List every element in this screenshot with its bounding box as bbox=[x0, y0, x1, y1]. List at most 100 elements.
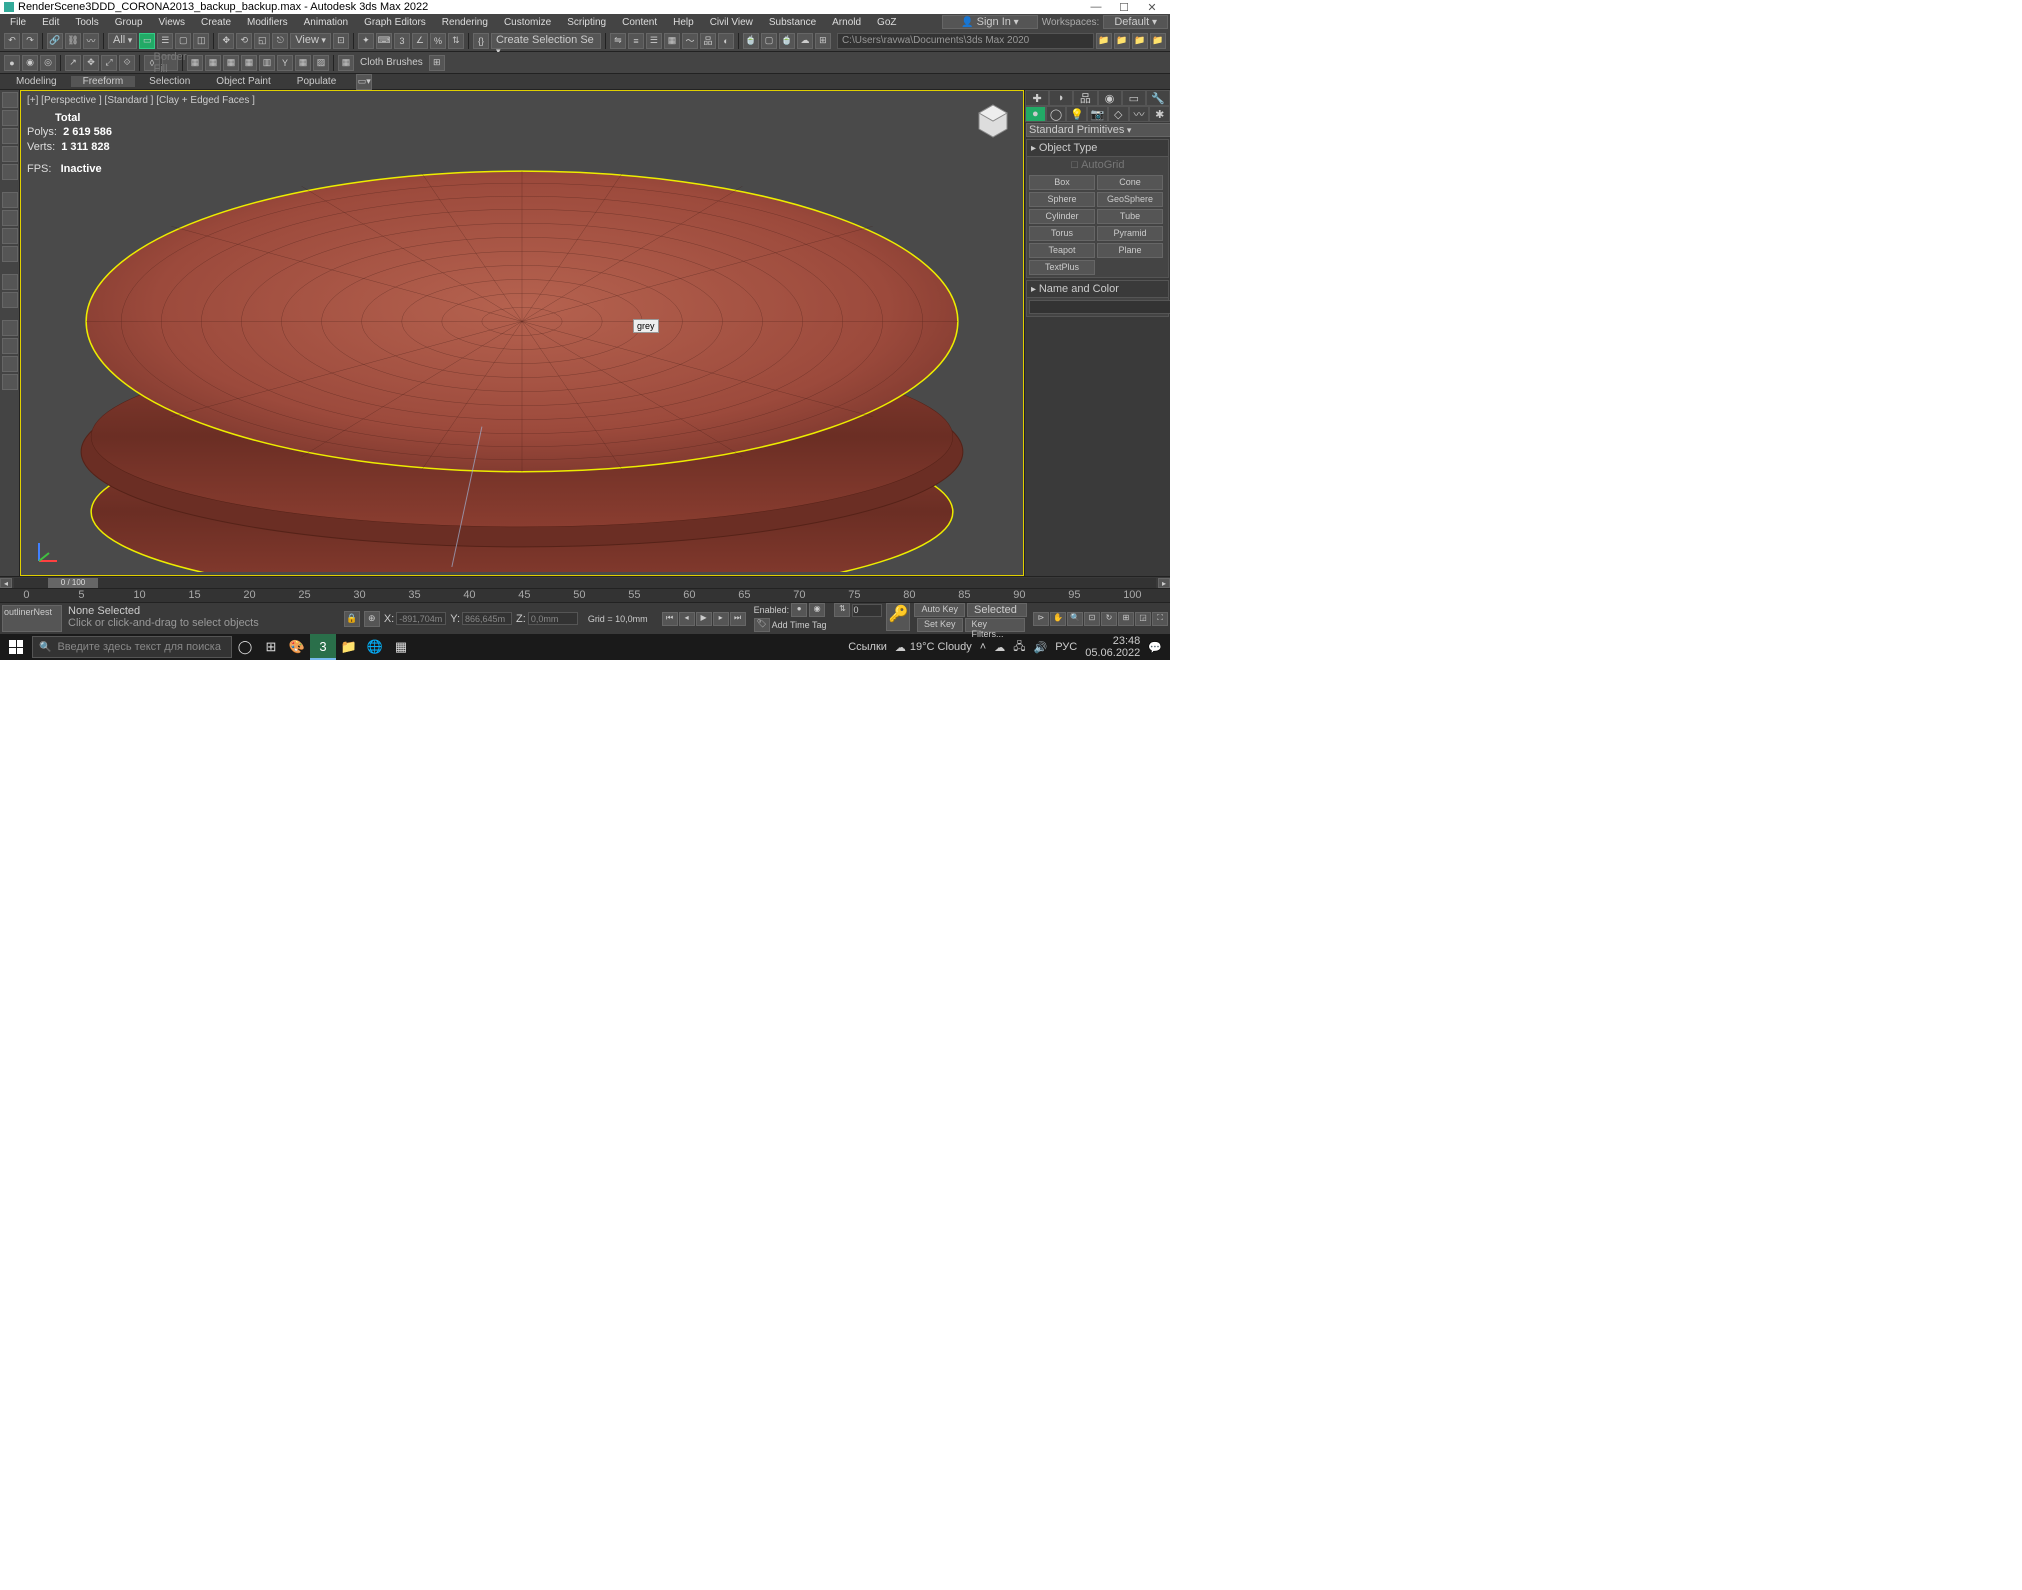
windows-search[interactable]: 🔍 Введите здесь текст для поиска bbox=[32, 636, 232, 658]
cloth-icon[interactable]: ▦ bbox=[338, 55, 354, 71]
sign-in-button[interactable]: 👤 Sign In ▾ bbox=[942, 15, 1037, 29]
grid-icon-1[interactable]: ▦ bbox=[187, 55, 203, 71]
x-coord-input[interactable] bbox=[396, 612, 446, 625]
schematic-view-button[interactable]: 品 bbox=[700, 33, 716, 49]
taskbar-app-1[interactable]: 🎨 bbox=[284, 634, 310, 660]
plane-button[interactable]: Plane bbox=[1097, 243, 1163, 258]
folder-button-3[interactable]: 📁 bbox=[1132, 33, 1148, 49]
menu-edit[interactable]: Edit bbox=[34, 17, 67, 28]
viewcube[interactable] bbox=[973, 101, 1013, 141]
enabled-settings[interactable]: ◉ bbox=[809, 603, 825, 617]
maxscript-mini[interactable]: outlinerNest bbox=[2, 605, 62, 632]
menu-group[interactable]: Group bbox=[107, 17, 151, 28]
viewport[interactable]: [+] [Perspective ] [Standard ] [Clay + E… bbox=[20, 90, 1024, 576]
move-button[interactable]: ✥ bbox=[218, 33, 234, 49]
tab-modeling[interactable]: Modeling bbox=[4, 76, 69, 87]
undo-button[interactable]: ↶ bbox=[4, 33, 20, 49]
tray-network-icon[interactable]: 🖧 bbox=[1013, 638, 1025, 657]
tray-links[interactable]: Ссылки bbox=[848, 641, 887, 653]
menu-goz[interactable]: GoZ bbox=[869, 17, 904, 28]
cone-button[interactable]: Cone bbox=[1097, 175, 1163, 190]
rotate-button[interactable]: ⟲ bbox=[236, 33, 252, 49]
selected-dropdown[interactable]: Selected ▾ bbox=[967, 603, 1027, 617]
menu-arnold[interactable]: Arnold bbox=[824, 17, 869, 28]
taskbar-explorer[interactable]: 📁 bbox=[336, 634, 362, 660]
pyramid-button[interactable]: Pyramid bbox=[1097, 226, 1163, 241]
menu-scripting[interactable]: Scripting bbox=[559, 17, 614, 28]
tray-chevron-icon[interactable]: ˄ bbox=[980, 641, 986, 653]
menu-content[interactable]: Content bbox=[614, 17, 665, 28]
percent-snap-button[interactable]: % bbox=[430, 33, 446, 49]
render-frame-button[interactable]: ▢ bbox=[761, 33, 777, 49]
close-button[interactable]: ✕ bbox=[1138, 1, 1166, 14]
lt-tool-11[interactable] bbox=[2, 292, 18, 308]
object-type-header[interactable]: ▸ Object Type bbox=[1027, 140, 1168, 157]
strips-icon[interactable]: ▥ bbox=[259, 55, 275, 71]
tray-weather[interactable]: ☁ 19°C Cloudy bbox=[895, 641, 972, 654]
toggle-ribbon-button[interactable]: ▦ bbox=[664, 33, 680, 49]
motion-tab[interactable]: ◉ bbox=[1098, 90, 1122, 106]
scale-brush-icon[interactable]: ⤢ bbox=[101, 55, 117, 71]
display-tab[interactable]: ▭ bbox=[1122, 90, 1146, 106]
nav-6[interactable]: ⊞ bbox=[1118, 612, 1134, 626]
angle-snap-button[interactable]: ∠ bbox=[412, 33, 428, 49]
y-coord-input[interactable] bbox=[462, 612, 512, 625]
ts-thumb[interactable]: 0 / 100 bbox=[48, 578, 98, 588]
hierarchy-tab[interactable]: 品 bbox=[1073, 90, 1097, 106]
goto-end-button[interactable]: ⏭ bbox=[730, 612, 746, 626]
lt-tool-7[interactable] bbox=[2, 210, 18, 226]
pinch-brush-icon[interactable]: ⟐ bbox=[119, 55, 135, 71]
lt-tool-15[interactable] bbox=[2, 374, 18, 390]
tab-freeform[interactable]: Freeform bbox=[71, 76, 136, 87]
lt-tool-10[interactable] bbox=[2, 274, 18, 290]
ts-prev[interactable]: ◂ bbox=[0, 578, 12, 588]
branch-icon[interactable]: Y bbox=[277, 55, 293, 71]
named-selection-dropdown[interactable]: Create Selection Se ▾ bbox=[491, 33, 601, 49]
folder-button-2[interactable]: 📁 bbox=[1114, 33, 1130, 49]
render-button[interactable]: 🍵 bbox=[779, 33, 795, 49]
play-button[interactable]: ▶ bbox=[696, 612, 712, 626]
nav-3[interactable]: 🔍 bbox=[1067, 612, 1083, 626]
render-in-cloud-button[interactable]: ☁ bbox=[797, 33, 813, 49]
menu-tools[interactable]: Tools bbox=[67, 17, 106, 28]
menu-graph-editors[interactable]: Graph Editors bbox=[356, 17, 434, 28]
material-editor-button[interactable]: ◐ bbox=[718, 33, 734, 49]
helpers-tab[interactable]: ◇ bbox=[1108, 106, 1129, 122]
tab-object-paint[interactable]: Object Paint bbox=[204, 76, 282, 87]
lights-tab[interactable]: 💡 bbox=[1066, 106, 1087, 122]
setkey-button[interactable]: Set Key bbox=[917, 618, 963, 632]
shapes-tab[interactable]: ◯ bbox=[1046, 106, 1067, 122]
tray-clock[interactable]: 23:4805.06.2022 bbox=[1085, 635, 1140, 659]
lt-tool-6[interactable] bbox=[2, 192, 18, 208]
key-mode-button[interactable]: 🔑 bbox=[886, 603, 910, 631]
lt-tool-14[interactable] bbox=[2, 356, 18, 372]
spacewarps-tab[interactable]: 〰 bbox=[1129, 106, 1150, 122]
sphere-brush-2-icon[interactable]: ◉ bbox=[22, 55, 38, 71]
window-crossing-button[interactable]: ◫ bbox=[193, 33, 209, 49]
nav-1[interactable]: ⊳ bbox=[1033, 612, 1049, 626]
project-path-input[interactable] bbox=[837, 33, 1094, 49]
teapot-button[interactable]: Teapot bbox=[1029, 243, 1095, 258]
render-setup-button[interactable]: 🍵 bbox=[743, 33, 759, 49]
[interactable]: ▦ bbox=[223, 55, 239, 71]
autokey-button[interactable]: Auto Key bbox=[914, 603, 965, 617]
optimize-icon[interactable]: ▦ bbox=[241, 55, 257, 71]
abs-transform-icon[interactable]: ⊕ bbox=[364, 611, 380, 627]
edit-selection-set-button[interactable]: {} bbox=[473, 33, 489, 49]
lt-tool-12[interactable] bbox=[2, 320, 18, 336]
bind-button[interactable]: 〰 bbox=[83, 33, 99, 49]
tray-volume-icon[interactable]: 🔊 bbox=[1034, 641, 1048, 654]
ribbon-toggle-icon[interactable]: ▭▾ bbox=[356, 74, 372, 90]
sphere-button[interactable]: Sphere bbox=[1029, 192, 1095, 207]
prev-frame-button[interactable]: ◂ bbox=[679, 612, 695, 626]
systems-tab[interactable]: ✱ bbox=[1149, 106, 1170, 122]
utilities-tab[interactable]: 🔧 bbox=[1146, 90, 1170, 106]
taskbar-chrome[interactable]: 🌐 bbox=[362, 634, 388, 660]
cloth-settings-icon[interactable]: ⊞ bbox=[429, 55, 445, 71]
lt-tool-2[interactable] bbox=[2, 110, 18, 126]
keyfilters-button[interactable]: Key Filters... bbox=[965, 618, 1025, 632]
shift-brush-icon[interactable]: ↗ bbox=[65, 55, 81, 71]
box-button[interactable]: Box bbox=[1029, 175, 1095, 190]
menu-substance[interactable]: Substance bbox=[761, 17, 824, 28]
object-name-input[interactable] bbox=[1029, 300, 1170, 314]
